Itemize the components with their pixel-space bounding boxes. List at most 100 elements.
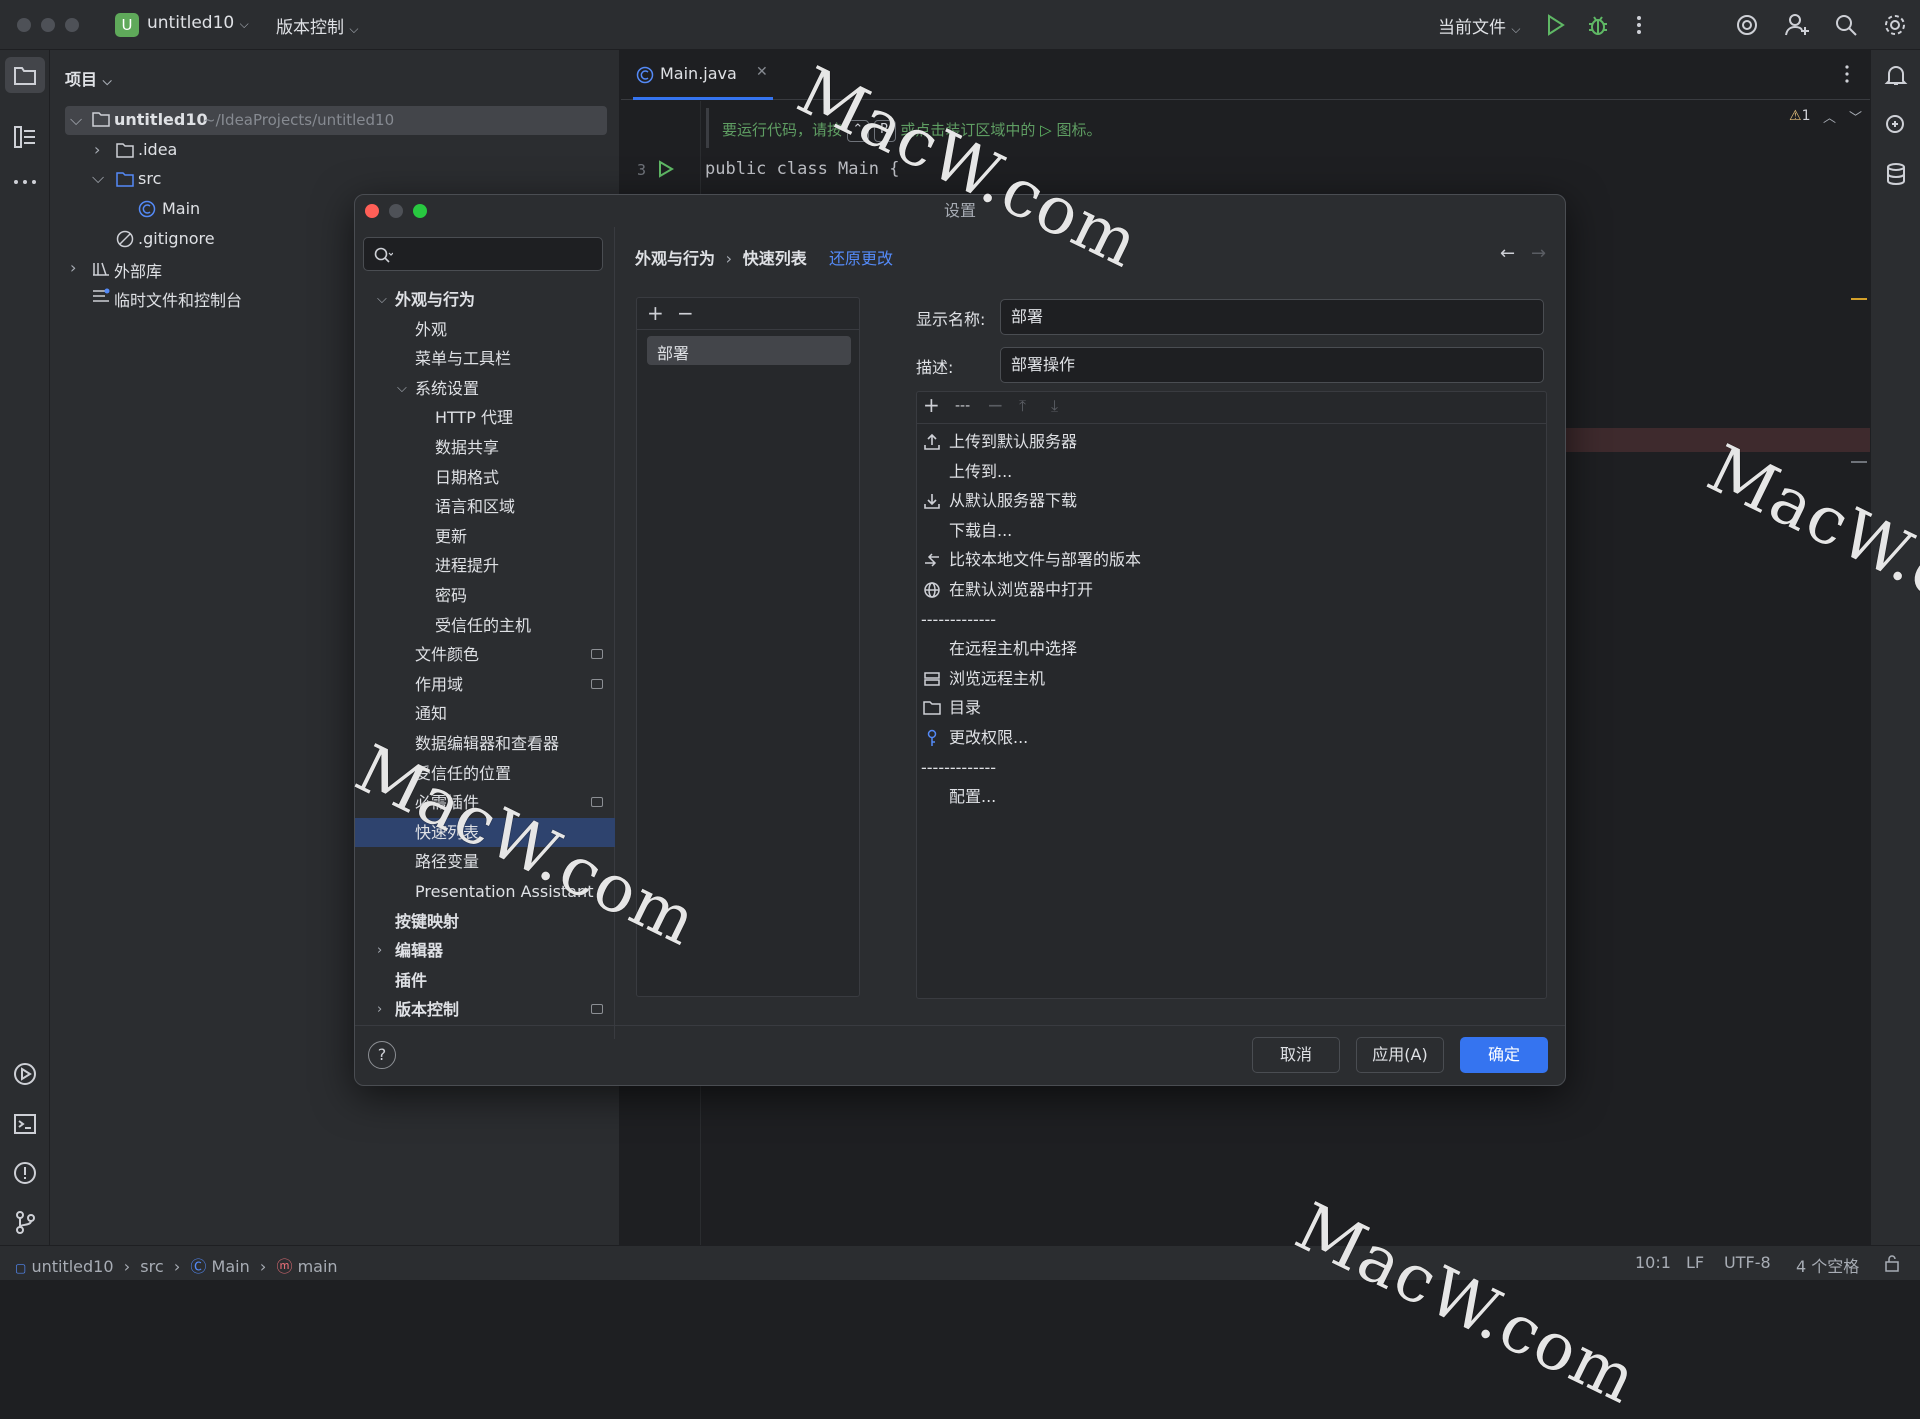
settings-nav-item[interactable]: 语言和区域	[355, 492, 615, 521]
tree-item-idea[interactable]: .idea	[138, 140, 177, 159]
settings-nav-item[interactable]: › 版本控制	[355, 995, 615, 1024]
tree-item-external-libraries[interactable]: 外部库	[114, 258, 162, 282]
settings-nav-item[interactable]: 更新	[355, 522, 615, 551]
window-zoom-button[interactable]	[65, 18, 79, 32]
terminal-icon[interactable]	[13, 1112, 37, 1136]
search-icon[interactable]	[1833, 12, 1859, 38]
indent-setting[interactable]: 4 个空格	[1796, 1253, 1859, 1277]
caret-position[interactable]: 10:1	[1635, 1253, 1671, 1272]
display-name-field[interactable]: 部署	[1000, 299, 1544, 335]
lock-icon[interactable]	[1884, 1254, 1902, 1272]
chevron-down-icon[interactable]: ⌵	[377, 285, 387, 314]
settings-nav-item[interactable]: 通知	[355, 699, 615, 728]
action-item[interactable]: 上传到默认服务器	[921, 428, 1541, 456]
settings-nav-item[interactable]: 文件颜色	[355, 640, 615, 669]
action-item[interactable]: 在远程主机中选择	[921, 635, 1541, 663]
settings-nav-item[interactable]: › 编辑器	[355, 936, 615, 965]
action-item[interactable]: 下载自...	[921, 517, 1541, 545]
settings-nav-item[interactable]: ⌵ 系统设置	[355, 374, 615, 403]
structure-icon[interactable]	[13, 125, 37, 149]
settings-nav-item[interactable]: 插件	[355, 966, 615, 995]
notifications-icon[interactable]	[1884, 63, 1908, 87]
add-icon[interactable]: +	[647, 301, 664, 325]
project-panel-title[interactable]: 项目 ⌵	[65, 66, 112, 90]
cancel-button[interactable]: 取消	[1252, 1037, 1340, 1073]
database-icon[interactable]	[1884, 162, 1908, 186]
problems-icon[interactable]	[13, 1161, 37, 1185]
add-icon[interactable]: +	[923, 393, 940, 417]
tree-item-gitignore[interactable]: .gitignore	[138, 229, 215, 248]
debug-icon[interactable]	[1585, 12, 1611, 38]
vcs-menu[interactable]: 版本控制 ⌵	[276, 13, 359, 38]
chevron-right-icon[interactable]: ›	[377, 936, 382, 965]
action-item[interactable]: 从默认服务器下载	[921, 487, 1541, 515]
chevron-right-icon[interactable]: ›	[94, 140, 100, 159]
crumb-project[interactable]: untitled10	[31, 1257, 113, 1276]
add-separator-button[interactable]: ---	[955, 398, 970, 414]
apply-button[interactable]: 应用(A)	[1356, 1037, 1444, 1073]
chevron-down-icon[interactable]: ﹀	[1849, 107, 1862, 126]
breadcrumb-parent[interactable]: 外观与行为	[635, 249, 715, 268]
chevron-down-icon[interactable]: ⌵	[397, 374, 407, 403]
settings-nav-item[interactable]: 作用域	[355, 670, 615, 699]
settings-nav-item[interactable]: 进程提升	[355, 551, 615, 580]
action-item[interactable]: 比较本地文件与部署的版本	[921, 546, 1541, 574]
settings-nav-item[interactable]: HTTP 代理	[355, 403, 615, 432]
run-config-selector[interactable]: 当前文件 ⌵	[1438, 13, 1521, 38]
back-arrow-icon[interactable]: ←	[1500, 243, 1515, 264]
add-user-icon[interactable]	[1784, 12, 1810, 38]
description-field[interactable]: 部署操作	[1000, 347, 1544, 383]
ok-button[interactable]: 确定	[1460, 1037, 1548, 1073]
action-item[interactable]: 目录	[921, 694, 1541, 722]
tree-item-scratches[interactable]: 临时文件和控制台	[114, 287, 242, 311]
more-vertical-icon[interactable]	[1843, 64, 1851, 84]
settings-nav-item[interactable]: 密码	[355, 581, 615, 610]
chevron-down-icon[interactable]: ⌵	[70, 110, 82, 130]
separator-item[interactable]: -------------	[921, 606, 1541, 634]
window-minimize-button[interactable]	[41, 18, 55, 32]
tree-item-src[interactable]: src	[138, 169, 161, 188]
action-item[interactable]: 上传到...	[921, 458, 1541, 486]
action-item[interactable]: 在默认浏览器中打开	[921, 576, 1541, 604]
remove-icon[interactable]: −	[677, 301, 694, 325]
more-horizontal-icon[interactable]	[13, 178, 37, 186]
list-item[interactable]: 部署	[647, 336, 851, 365]
run-tool-icon[interactable]	[13, 1062, 37, 1086]
chevron-right-icon[interactable]: ›	[377, 995, 382, 1024]
window-close-button[interactable]	[17, 18, 31, 32]
crumb-method[interactable]: main	[298, 1257, 338, 1276]
run-icon[interactable]	[1542, 12, 1568, 38]
settings-gear-icon[interactable]	[1882, 12, 1908, 38]
help-button[interactable]: ?	[368, 1041, 396, 1069]
settings-nav-item[interactable]: ⌵ 外观与行为	[355, 285, 615, 314]
ai-assistant-icon[interactable]	[1734, 12, 1760, 38]
chevron-up-icon[interactable]: ︿	[1823, 107, 1836, 126]
close-icon[interactable]: ✕	[756, 64, 768, 80]
tree-item-main[interactable]: Main	[162, 199, 200, 218]
chevron-down-icon[interactable]: ⌵	[92, 168, 104, 188]
ai-chat-icon[interactable]	[1884, 113, 1908, 137]
settings-nav-item[interactable]: 数据共享	[355, 433, 615, 462]
run-gutter-icon[interactable]	[657, 160, 675, 178]
settings-nav-item[interactable]: 外观	[355, 315, 615, 344]
settings-nav-item[interactable]: 受信任的主机	[355, 611, 615, 640]
separator-item[interactable]: -------------	[921, 754, 1541, 782]
revert-changes-link[interactable]: 还原更改	[829, 245, 893, 269]
settings-nav-item[interactable]: 菜单与工具栏	[355, 344, 615, 373]
crumb-src[interactable]: src	[140, 1257, 163, 1276]
project-selector[interactable]: untitled10 ⌵	[147, 13, 249, 33]
action-item[interactable]: 更改权限...	[921, 724, 1541, 752]
move-up-icon[interactable]: ⤒	[1019, 396, 1026, 416]
search-field[interactable]	[363, 237, 603, 271]
warnings-indicator[interactable]: ⚠1	[1789, 108, 1810, 124]
search-input[interactable]	[398, 241, 598, 267]
git-branch-icon[interactable]	[13, 1210, 37, 1234]
chevron-right-icon[interactable]: ›	[70, 258, 76, 277]
project-tool-button[interactable]	[5, 57, 45, 93]
file-encoding[interactable]: UTF-8	[1724, 1253, 1771, 1272]
crumb-main[interactable]: Main	[212, 1257, 250, 1276]
action-item[interactable]: 浏览远程主机	[921, 665, 1541, 693]
action-item[interactable]: 配置...	[921, 783, 1541, 811]
remove-icon[interactable]: −	[987, 393, 1004, 417]
more-vertical-icon[interactable]	[1626, 12, 1652, 38]
